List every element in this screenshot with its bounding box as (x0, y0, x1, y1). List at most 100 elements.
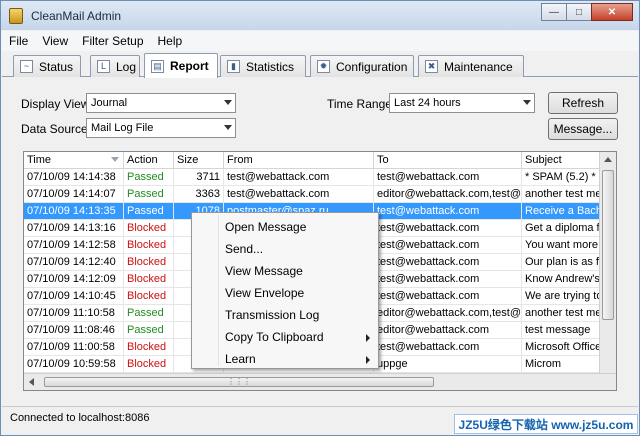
maximize-icon: □ (575, 6, 583, 18)
cell-action: Blocked (124, 237, 174, 254)
cell-to: test@webattack.com (374, 339, 522, 356)
column-label: Time (27, 154, 52, 166)
cell-to: test@webattack.com (374, 237, 522, 254)
app-icon (9, 7, 23, 24)
tab-maintenance[interactable]: ✖ Maintenance (418, 55, 524, 77)
tools-icon: ✖ (425, 60, 438, 73)
refresh-button[interactable]: Refresh (548, 92, 618, 114)
chevron-down-icon (224, 100, 232, 105)
table-row[interactable]: 07/10/09 14:14:07 Passed 3363 test@webattac… (24, 186, 616, 203)
context-menu-item[interactable]: View Envelope (192, 282, 378, 304)
menu-filter-setup[interactable]: Filter Setup (75, 34, 150, 48)
column-label: To (377, 154, 389, 166)
scroll-left-icon[interactable] (29, 378, 34, 386)
column-header-time[interactable]: Time (24, 152, 124, 169)
tab-status[interactable]: ~ Status (13, 55, 81, 77)
cell-time: 07/10/09 14:12:09 (24, 271, 124, 288)
scroll-thumb[interactable]: ⋮⋮⋮ (44, 377, 434, 387)
column-label: Action (127, 154, 158, 166)
menu-view[interactable]: View (35, 34, 75, 48)
window-title: CleanMail Admin (31, 8, 122, 23)
context-menu-item[interactable]: Copy To Clipboard (192, 326, 378, 348)
column-label: From (227, 154, 253, 166)
display-view-select[interactable]: Journal (86, 93, 236, 113)
close-button[interactable]: ✕ (591, 3, 633, 21)
column-header-to[interactable]: To (374, 152, 522, 169)
tab-label: Status (39, 59, 74, 74)
cell-time: 07/10/09 10:59:58 (24, 356, 124, 373)
menu-file[interactable]: File (2, 34, 35, 48)
cell-action: Blocked (124, 254, 174, 271)
cell-from: test@webattack.com (224, 186, 374, 203)
tab-label: Statistics (246, 59, 295, 74)
tab-bar: ~ Status L Log ▤ Report ▮ Statistics ✹ C… (2, 53, 638, 78)
display-view-label: Display View (21, 97, 90, 111)
column-header-action[interactable]: Action (124, 152, 174, 169)
context-menu-item[interactable]: Send... (192, 238, 378, 260)
time-range-value: Last 24 hours (394, 97, 461, 109)
submenu-arrow-icon (366, 334, 370, 342)
tab-label: Maintenance (444, 59, 513, 74)
chevron-down-icon (224, 125, 232, 130)
cell-size: 3711 (174, 169, 224, 186)
window-controls: — □ ✕ (541, 3, 633, 21)
vertical-scrollbar[interactable] (599, 152, 616, 374)
cell-size: 3363 (174, 186, 224, 203)
app-window: CleanMail Admin — □ ✕ File View Filter S… (0, 0, 640, 436)
column-label: Subject (525, 154, 562, 166)
scroll-thumb[interactable] (602, 170, 614, 320)
cell-to: test@webattack.com (374, 271, 522, 288)
scroll-up-icon[interactable] (604, 157, 612, 162)
context-menu-label: Learn (225, 352, 256, 366)
cell-time: 07/10/09 14:14:07 (24, 186, 124, 203)
menu-help[interactable]: Help (151, 34, 190, 48)
cell-action: Blocked (124, 271, 174, 288)
cell-to: test@webattack.com (374, 203, 522, 220)
message-button[interactable]: Message... (548, 118, 618, 140)
context-menu-label: Transmission Log (225, 308, 320, 322)
cell-time: 07/10/09 14:12:58 (24, 237, 124, 254)
context-menu-item[interactable]: Learn (192, 348, 378, 370)
tab-statistics[interactable]: ▮ Statistics (220, 55, 306, 77)
column-header-size[interactable]: Size (174, 152, 224, 169)
cell-action: Blocked (124, 356, 174, 373)
context-menu-item[interactable]: Transmission Log (192, 304, 378, 326)
tab-report[interactable]: ▤ Report (144, 53, 218, 78)
context-menu-label: Send... (225, 242, 264, 256)
bar-chart-icon: ▮ (227, 60, 240, 73)
context-menu-label: Copy To Clipboard (225, 330, 324, 344)
table-header: Time Action Size From To Subject (24, 152, 616, 169)
tab-label: Configuration (336, 59, 408, 74)
tab-label: Log (116, 59, 137, 74)
cell-action: Passed (124, 169, 174, 186)
wrench-icon: ✹ (317, 60, 330, 73)
tab-configuration[interactable]: ✹ Configuration (310, 55, 414, 77)
menu-bar: File View Filter Setup Help (2, 31, 638, 51)
horizontal-scrollbar[interactable]: ⋮⋮⋮ (24, 373, 616, 390)
cell-to: editor@webattack.com,test@w (374, 305, 522, 322)
column-header-from[interactable]: From (224, 152, 374, 169)
cell-time: 07/10/09 14:13:35 (24, 203, 124, 220)
time-range-select[interactable]: Last 24 hours (389, 93, 535, 113)
cell-action: Blocked (124, 288, 174, 305)
context-menu-label: View Message (225, 264, 303, 278)
tab-label: Report (170, 59, 209, 73)
data-source-value: Mail Log File (91, 122, 154, 134)
table-row[interactable]: 07/10/09 14:14:38 Passed 3711 test@webattac… (24, 169, 616, 186)
data-source-label: Data Source (21, 122, 88, 136)
title-bar: CleanMail Admin — □ ✕ (1, 1, 639, 30)
time-range-label: Time Range (327, 97, 392, 111)
maximize-button[interactable]: □ (566, 3, 592, 21)
cell-action: Passed (124, 203, 174, 220)
tab-log[interactable]: L Log (90, 55, 140, 77)
context-menu-item[interactable]: Open Message (192, 216, 378, 238)
data-source-select[interactable]: Mail Log File (86, 118, 236, 138)
cell-to: editor@webattack.com (374, 322, 522, 339)
context-menu-item[interactable]: View Message (192, 260, 378, 282)
context-menu-label: Open Message (225, 220, 307, 234)
cell-time: 07/10/09 14:13:16 (24, 220, 124, 237)
minimize-button[interactable]: — (541, 3, 567, 21)
cell-action: Passed (124, 186, 174, 203)
cell-to: test@webattack.com (374, 169, 522, 186)
submenu-arrow-icon (366, 356, 370, 364)
